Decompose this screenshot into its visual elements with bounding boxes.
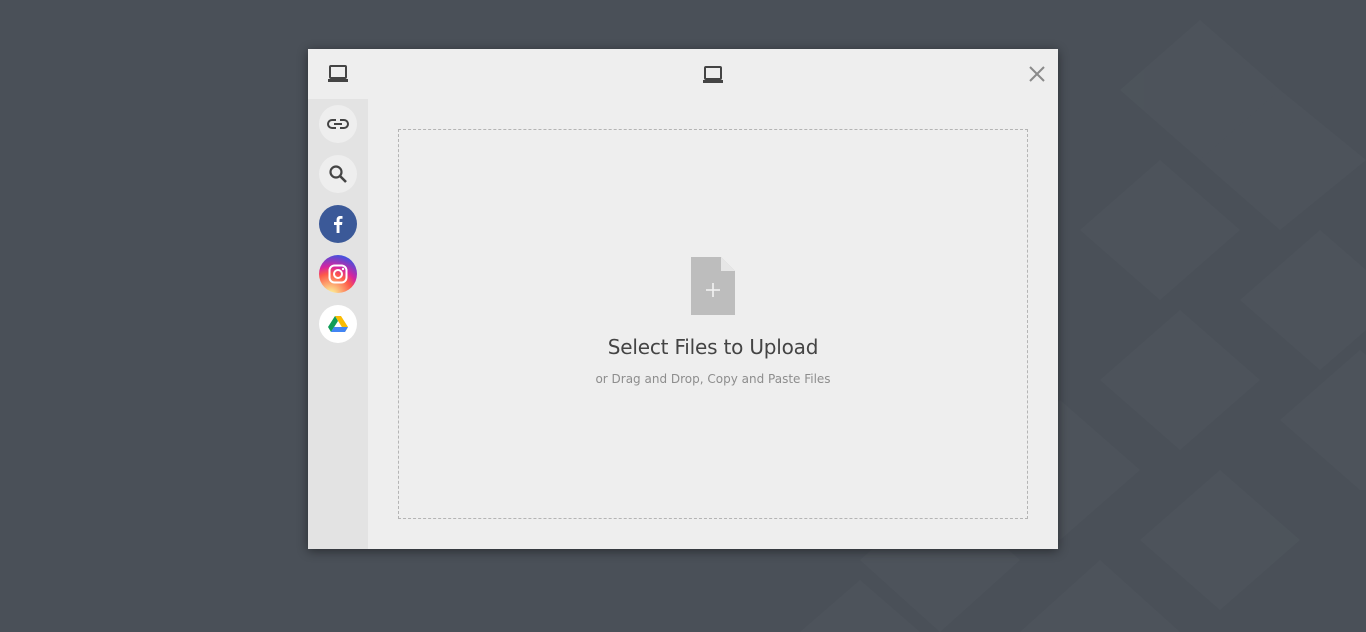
instagram-icon [328, 264, 348, 284]
file-dropzone[interactable]: Select Files to Upload or Drag and Drop,… [398, 129, 1028, 519]
google-drive-icon [328, 316, 348, 332]
sidebar-item-facebook[interactable] [319, 205, 357, 243]
sidebar-item-google-drive[interactable] [319, 305, 357, 343]
laptop-icon [703, 66, 723, 84]
upload-modal: Select Files to Upload or Drag and Drop,… [308, 49, 1058, 549]
laptop-icon[interactable] [328, 65, 348, 83]
close-button[interactable] [1024, 63, 1050, 85]
sidebar-item-instagram[interactable] [319, 255, 357, 293]
sidebar-item-search[interactable] [319, 155, 357, 193]
facebook-icon [334, 216, 343, 233]
source-sidebar [308, 99, 368, 549]
modal-header [308, 49, 1058, 99]
close-icon [1029, 66, 1045, 82]
search-icon [329, 165, 347, 183]
link-icon [327, 119, 349, 129]
file-plus-icon [691, 257, 735, 315]
sidebar-item-link[interactable] [319, 105, 357, 143]
upload-subtitle: or Drag and Drop, Copy and Paste Files [595, 372, 831, 386]
upload-title: Select Files to Upload [607, 335, 819, 359]
